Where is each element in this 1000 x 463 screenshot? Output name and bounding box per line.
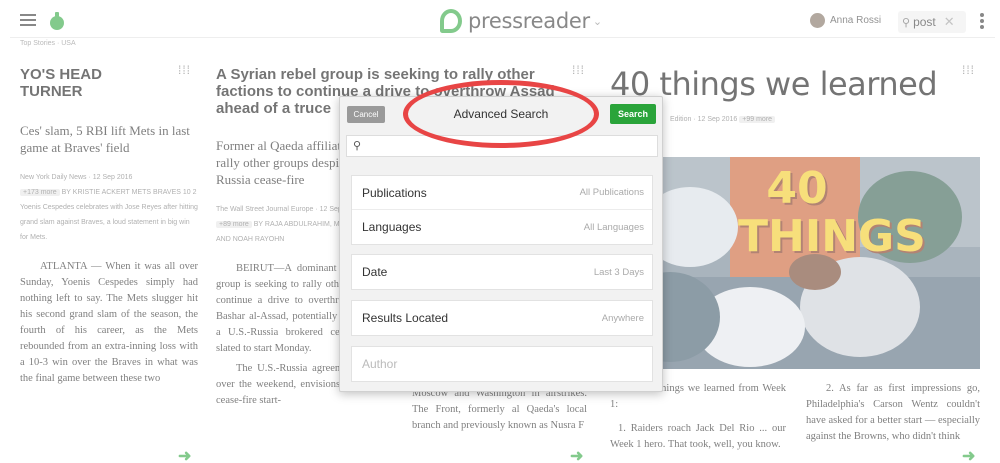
filter-group-sources: Publications All Publications Languages … (351, 175, 653, 245)
filter-languages[interactable]: Languages All Languages (352, 210, 652, 244)
filter-label: Date (362, 265, 388, 279)
filter-results-located[interactable]: Results Located Anywhere (352, 301, 652, 335)
filter-value: Last 3 Days (593, 266, 644, 278)
author-input[interactable] (362, 347, 644, 381)
filter-label: Languages (362, 220, 422, 234)
author-row[interactable] (352, 347, 652, 381)
search-button[interactable]: Search (610, 104, 656, 124)
highlight-annotation (403, 80, 599, 148)
filter-label: Publications (362, 185, 427, 200)
filter-value: All Publications (579, 187, 644, 198)
filter-value: Anywhere (601, 312, 644, 324)
filter-group-date: Date Last 3 Days (351, 254, 653, 290)
filter-publications[interactable]: Publications All Publications (352, 176, 652, 210)
filter-value: All Languages (583, 221, 644, 233)
filter-group-location: Results Located Anywhere (351, 300, 653, 336)
filter-date[interactable]: Date Last 3 Days (352, 255, 652, 289)
search-icon: ⚲ (353, 140, 362, 152)
filter-label: Results Located (362, 311, 449, 325)
filter-group-author (351, 346, 653, 382)
